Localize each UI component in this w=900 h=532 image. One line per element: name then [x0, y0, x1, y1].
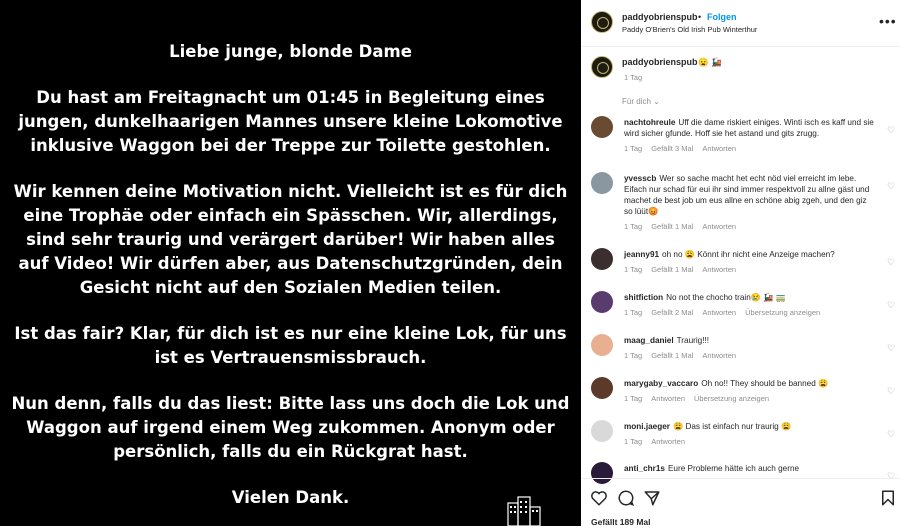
location-link[interactable]: Paddy O'Brien's Old Irish Pub Winterthur [622, 25, 757, 34]
commenter-username[interactable]: moni.jaeger [624, 422, 670, 431]
translate-button[interactable]: Übersetzung anzeigen [694, 394, 769, 403]
reply-button[interactable]: Antworten [702, 265, 736, 274]
post-actions: Gefällt 189 Mal [581, 478, 900, 527]
comment-time: 1 Tag [624, 351, 643, 360]
like-comment-heart-icon[interactable]: ♡ [887, 386, 895, 397]
comment-body: Traurig!!! [676, 336, 710, 345]
post-line: Vielen Dank. [231, 488, 350, 507]
comment-likes[interactable]: Gefällt 1 Mal [651, 351, 693, 360]
building-logo-icon [507, 496, 541, 526]
post-line: Ist das fair? Klar, für dich ist es nur … [14, 324, 567, 367]
commenter-username[interactable]: nachtohreule [624, 118, 675, 127]
post-line: Du hast am Freitagnacht um 01:45 in Begl… [18, 88, 563, 155]
post-line: Nun denn, falls du das liest: Bitte lass… [11, 394, 570, 461]
commenter-avatar[interactable] [591, 291, 613, 313]
comment-body: oh no 😩 Könnt ihr nicht eine Anzeige mac… [662, 250, 835, 259]
heart-icon[interactable] [590, 489, 608, 507]
like-comment-heart-icon[interactable]: ♡ [887, 257, 895, 268]
caption-time: 1 Tag [624, 73, 643, 82]
post-image[interactable]: Liebe junge, blonde Dame Du hast am Frei… [0, 0, 581, 526]
commenter-avatar[interactable] [591, 377, 613, 399]
post-line: Liebe junge, blonde Dame [169, 42, 412, 61]
post-text: Liebe junge, blonde Dame Du hast am Frei… [10, 40, 571, 532]
like-comment-heart-icon[interactable]: ♡ [887, 429, 895, 440]
comment-text: yvesscb Wer so sache macht het echt nöd v… [624, 173, 874, 217]
reply-button[interactable]: Antworten [651, 437, 685, 446]
comment-text: marygaby_vaccaro Oh no!! They should be b… [624, 378, 874, 389]
account-avatar[interactable] [591, 11, 613, 33]
caption-username[interactable]: paddyobrienspub [622, 57, 698, 67]
for-you-sort-dropdown[interactable]: Für dich ⌄ [622, 97, 660, 106]
post-sidebar: paddyobrienspub • Folgen Paddy O'Brien's… [581, 0, 900, 527]
commenter-username[interactable]: yvesscb [624, 174, 656, 183]
comment-text: nachtohreule Uff die dame riskiert einige… [624, 117, 874, 139]
comment-time: 1 Tag [624, 265, 643, 274]
comment-text: maag_daniel Traurig!!! [624, 335, 874, 346]
post-header: paddyobrienspub • Folgen Paddy O'Brien's… [581, 0, 900, 47]
commenter-username[interactable]: maag_daniel [624, 336, 674, 345]
caption-avatar[interactable] [591, 56, 613, 78]
commenter-username[interactable]: jeanny91 [624, 250, 659, 259]
comment-meta: 1 Tag Gefällt 1 Mal Antworten [624, 351, 745, 360]
comment-meta: 1 Tag Antworten [624, 437, 694, 446]
commenter-username[interactable]: anti_chr1s [624, 464, 665, 473]
comment-text: shitfiction No not the chocho train😢 🚂 🚃 [624, 292, 874, 303]
comment-likes[interactable]: Gefällt 3 Mal [651, 144, 693, 153]
comment-time: 1 Tag [624, 394, 643, 403]
like-comment-heart-icon[interactable]: ♡ [887, 181, 895, 192]
reply-button[interactable]: Antworten [702, 222, 736, 231]
caption-text: 😦 🚂 [698, 57, 722, 67]
follow-button[interactable]: Folgen [707, 12, 737, 22]
translate-button[interactable]: Übersetzung anzeigen [745, 308, 820, 317]
comment-body: 😩 Das ist einfach nur traurig 😩 [672, 422, 792, 431]
comment-text: moni.jaeger 😩 Das ist einfach nur traurig… [624, 421, 874, 432]
comment-time: 1 Tag [624, 144, 643, 153]
commenter-username[interactable]: marygaby_vaccaro [624, 379, 698, 388]
reply-button[interactable]: Antworten [702, 144, 736, 153]
comment-time: 1 Tag [624, 308, 643, 317]
commenter-avatar[interactable] [591, 248, 613, 270]
commenter-username[interactable]: shitfiction [624, 293, 663, 302]
comment-time: 1 Tag [624, 222, 643, 231]
account-username[interactable]: paddyobrienspub [622, 12, 698, 22]
comment-meta: 1 Tag Gefällt 2 Mal Antworten Übersetzung a… [624, 308, 829, 317]
more-options-icon[interactable]: ••• [879, 13, 897, 29]
comment-body: Wer so sache macht het echt nöd viel err… [624, 174, 870, 216]
reply-button[interactable]: Antworten [702, 308, 736, 317]
comment-body: No not the chocho train😢 🚂 🚃 [666, 293, 786, 302]
comment-body: Eure Probleme hätte ich auch gerne [667, 464, 800, 473]
comment-time: 1 Tag [624, 437, 643, 446]
comment-likes[interactable]: Gefällt 2 Mal [651, 308, 693, 317]
comment-meta: 1 Tag Gefällt 1 Mal Antworten [624, 265, 745, 274]
post-line: Wir kennen deine Motivation nicht. Viell… [13, 182, 568, 297]
share-icon[interactable] [643, 489, 661, 507]
comment-likes[interactable]: Gefällt 1 Mal [651, 265, 693, 274]
commenter-avatar[interactable] [591, 116, 613, 138]
separator-dot: • [698, 12, 702, 22]
comment-icon[interactable] [617, 489, 635, 507]
bookmark-icon[interactable] [879, 489, 897, 507]
comment-text: anti_chr1s Eure Probleme hätte ich auch g… [624, 463, 874, 474]
reply-button[interactable]: Antworten [651, 394, 685, 403]
commenter-avatar[interactable] [591, 172, 613, 194]
comment-meta: 1 Tag Gefällt 1 Mal Antworten [624, 222, 745, 231]
like-comment-heart-icon[interactable]: ♡ [887, 343, 895, 354]
comment-body: Oh no!! They should be banned 😩 [701, 379, 829, 388]
commenter-avatar[interactable] [591, 420, 613, 442]
commenter-avatar[interactable] [591, 334, 613, 356]
comment-meta: 1 Tag Antworten Übersetzung anzeigen [624, 394, 778, 403]
comment-likes[interactable]: Gefällt 1 Mal [651, 222, 693, 231]
reply-button[interactable]: Antworten [702, 351, 736, 360]
comment-meta: 1 Tag Gefällt 3 Mal Antworten [624, 144, 745, 153]
comment-text: jeanny91 oh no 😩 Könnt ihr nicht eine Anz… [624, 249, 874, 260]
like-comment-heart-icon[interactable]: ♡ [887, 300, 895, 311]
like-comment-heart-icon[interactable]: ♡ [887, 125, 895, 136]
